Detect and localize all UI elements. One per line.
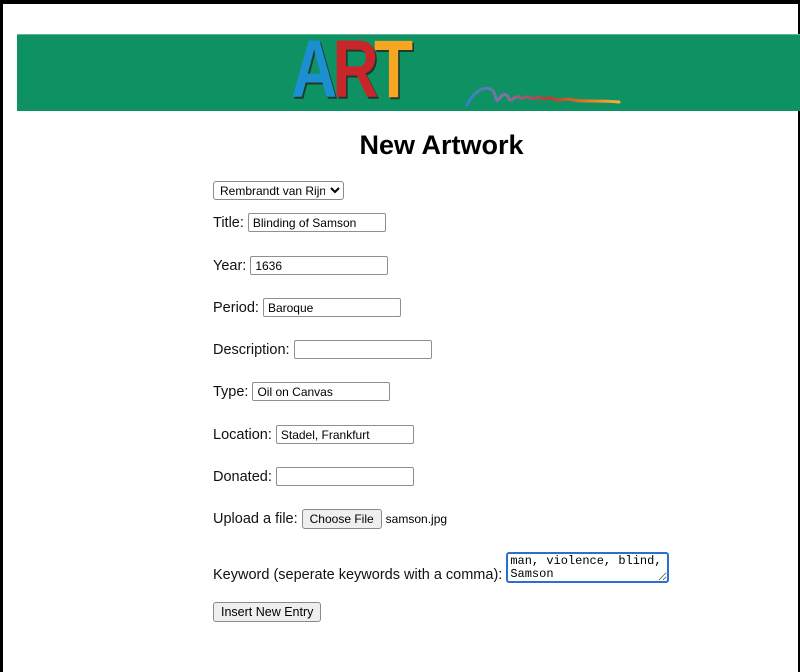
squiggle-stroke <box>465 86 621 107</box>
description-label: Description: <box>213 341 290 358</box>
header-banner: ART <box>17 34 800 111</box>
location-input[interactable] <box>275 425 414 444</box>
donated-label: Donated: <box>213 468 272 485</box>
period-input[interactable] <box>262 298 401 317</box>
donated-input[interactable] <box>275 467 414 486</box>
description-input[interactable] <box>293 340 432 359</box>
art-logo: ART <box>279 35 621 111</box>
type-input[interactable] <box>252 382 391 401</box>
logo-letter-r: R <box>332 34 379 111</box>
insert-new-entry-button[interactable]: Insert New Entry <box>213 602 322 622</box>
selected-file-name: samson.jpg <box>385 512 448 526</box>
upload-label: Upload a file: <box>213 511 298 527</box>
submit-row: Insert New Entry <box>213 602 322 622</box>
title-input[interactable] <box>247 213 386 232</box>
artist-row: Rembrandt van Rijn <box>213 181 344 200</box>
page-title: New Artwork <box>359 130 524 160</box>
period-label: Period: <box>213 299 259 316</box>
keywords-label: Keyword (seperate keywords with a comma)… <box>213 567 503 583</box>
type-label: Type: <box>213 383 249 400</box>
location-row: Location: <box>213 425 414 444</box>
description-row: Description: <box>213 340 432 359</box>
logo-letter-t: T <box>374 34 413 111</box>
year-input[interactable] <box>250 256 389 275</box>
year-row: Year: <box>213 256 389 275</box>
logo-squiggle-icon <box>465 86 621 107</box>
donated-row: Donated: <box>213 467 414 486</box>
period-row: Period: <box>213 298 401 317</box>
keywords-row: Keyword (seperate keywords with a comma)… <box>213 552 670 583</box>
logo-letters: ART <box>291 34 413 111</box>
logo-letter-a: A <box>291 34 337 111</box>
choose-file-button[interactable]: Choose File <box>301 509 382 529</box>
year-label: Year: <box>213 257 247 274</box>
type-row: Type: <box>213 382 391 401</box>
location-label: Location: <box>213 426 272 443</box>
upload-row: Upload a file: Choose File samson.jpg <box>213 509 447 529</box>
keywords-textarea[interactable]: man, violence, blind, Samson <box>506 552 670 583</box>
title-label: Title: <box>213 214 244 231</box>
artist-select[interactable]: Rembrandt van Rijn <box>213 181 344 200</box>
title-row: Title: <box>213 213 386 232</box>
